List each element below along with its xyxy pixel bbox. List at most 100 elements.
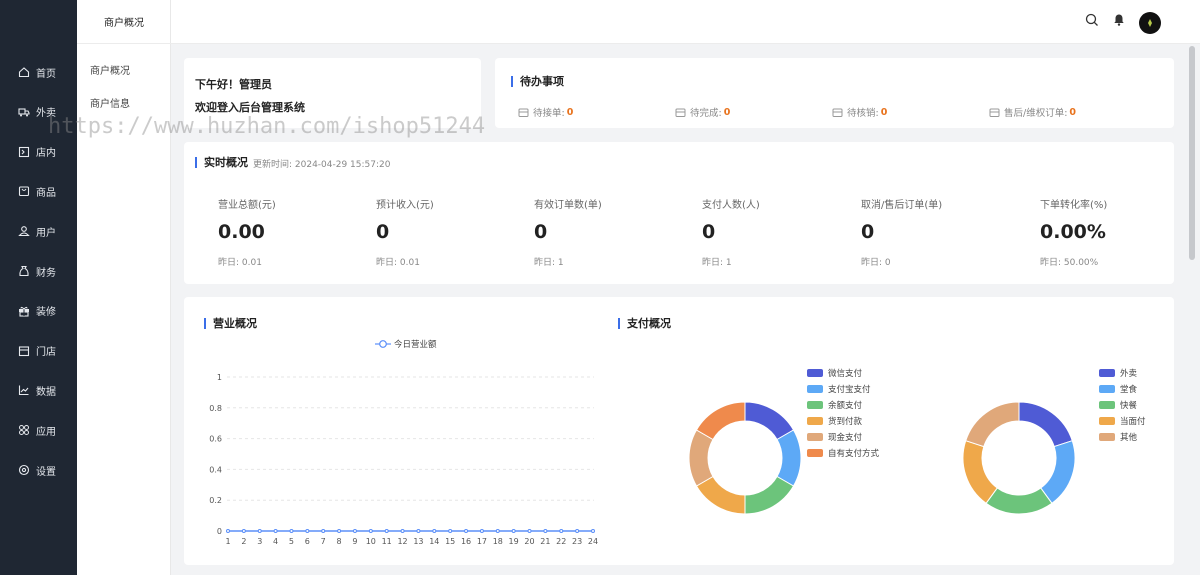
legend-label: 快餐 [1120,401,1138,411]
legend-label: 其他 [1120,433,1138,443]
charts-card: 营业概况 支付概况 0 0.2 0.4 0.6 0.8 1 1 2 3 4 5 6 7 8 9 10 11 12 1… [184,297,1174,565]
todo-count: 0 [723,106,731,118]
legend-item[interactable]: 现金支付 [807,431,862,443]
x-tick-label: 17 [477,537,487,546]
realtime-card: 实时概况 更新时间: 2024-04-29 15:57:20 营业总额(元) 0.… [184,142,1174,284]
x-tick-label: 12 [397,537,407,546]
legend-item[interactable]: 快餐 [1099,399,1137,411]
todo-card: 待办事项 待接单: 0 待完成: 0 待核销: 0 售后/维权订单: 0 [495,58,1174,128]
sidebar-item-bag[interactable]: 商品 [0,179,77,203]
legend-label: 今日营业额 [394,339,437,350]
legend-item[interactable]: 支付宝支付 [807,383,871,395]
y-tick-label: 0 [217,527,222,536]
sidebar-item-label: 外卖 [36,108,56,120]
data-point [575,529,580,533]
update-time: 更新时间: 2024-04-29 15:57:20 [253,160,391,170]
sidebar-item-delivery[interactable]: 外卖 [0,100,77,124]
legend-item[interactable]: 余额支付 [807,399,862,411]
sidebar-item-gear[interactable]: 设置 [0,458,77,482]
data-point [527,529,532,533]
data-point [368,529,373,533]
page-scrollbar[interactable] [1188,44,1196,575]
payment-method-slice [688,429,714,487]
todo-item[interactable]: 售后/维权订单: 0 [989,105,1076,119]
shop-icon [18,346,30,356]
legend-item[interactable]: 外卖 [1099,367,1137,379]
sidebar-item-label: 装修 [36,307,56,319]
stat-label: 支付人数(人) [702,200,760,211]
legend-item[interactable]: 微信支付 [807,367,862,379]
data-point [432,529,437,533]
x-tick-label: 11 [382,537,392,546]
y-tick-label: 0.4 [209,465,222,474]
y-tick-label: 1 [217,373,222,382]
subnav-title: 商户概况 [77,0,171,44]
stat-label: 下单转化率(%) [1040,200,1108,211]
legend-item[interactable]: 自有支付方式 [807,447,879,459]
data-point [495,529,500,533]
sidebar-item-label: 用户 [36,227,56,239]
sidebar-item-chart[interactable]: 数据 [0,378,77,402]
subnav-item-info[interactable]: 商户信息 [90,95,130,110]
sidebar-item-gift[interactable]: 装修 [0,299,77,323]
stat-block: 下单转化率(%) 0.00% 昨日: 50.00% [1040,196,1107,268]
sidebar-item-shop[interactable]: 门店 [0,339,77,363]
data-point [241,529,246,533]
x-tick-label: 2 [241,537,246,546]
sidebar-item-label: 数据 [36,386,56,398]
todo-item[interactable]: 待完成: 0 [675,105,730,119]
sidebar-item-home[interactable]: 首页 [0,60,77,84]
legend-swatch [807,401,823,409]
payment-method-slice [776,429,802,487]
order-type-slice [965,401,1020,448]
legend-item[interactable]: 其他 [1099,431,1137,443]
legend-swatch [1099,385,1115,393]
search-icon[interactable] [1085,13,1099,27]
legend-swatch [1099,369,1115,377]
sidebar-item-finance[interactable]: 财务 [0,259,77,283]
stat-value: 0.00% [1040,221,1106,243]
bell-icon[interactable] [1112,13,1126,27]
sidebar-item-apps[interactable]: 应用 [0,418,77,442]
main-sidebar: 首页外卖店内商品用户财务装修门店数据应用设置 [0,0,77,575]
legend-swatch [807,433,823,441]
stat-block: 营业总额(元) 0.00 昨日: 0.01 [218,196,276,268]
greeting-title: 下午好！管理员 [195,78,272,91]
avatar[interactable] [1139,12,1161,34]
data-point [400,529,405,533]
sidebar-item-label: 应用 [36,426,56,438]
legend-item[interactable]: 当面付 [1099,415,1146,427]
sidebar-item-store[interactable]: 店内 [0,140,77,164]
subnav-item-overview[interactable]: 商户概况 [90,62,130,77]
todo-label: 售后/维权订单: [1004,108,1068,119]
legend-item[interactable]: 堂食 [1099,383,1137,395]
stat-value: 0.00 [218,221,265,243]
stat-label: 取消/售后订单(单) [861,200,943,211]
todo-item[interactable]: 待核销: 0 [832,105,887,119]
todo-count: 0 [880,106,888,118]
user-icon [18,226,30,237]
legend-label: 微信支付 [828,369,863,379]
legend-item[interactable]: 货到付款 [807,415,862,427]
y-tick-label: 0.2 [209,496,222,505]
scrollbar-thumb[interactable] [1189,46,1195,260]
todo-item[interactable]: 待接单: 0 [518,105,573,119]
todo-title: 待办事项 [511,76,564,87]
data-point [226,529,230,533]
stat-label: 有效订单数(单) [534,200,602,211]
x-tick-label: 22 [556,537,566,546]
x-tick-label: 24 [588,537,598,546]
stat-yesterday: 昨日: 0.01 [376,258,420,268]
data-point [321,529,326,533]
stat-label: 预计收入(元) [376,200,434,211]
realtime-title: 实时概况 [195,157,248,168]
gift-icon [19,306,29,317]
stat-yesterday: 昨日: 0.01 [218,258,262,268]
x-tick-label: 10 [366,537,376,546]
data-point [352,529,357,533]
legend-swatch [807,369,823,377]
todo-label: 待接单: [533,108,565,119]
sidebar-item-user[interactable]: 用户 [0,219,77,243]
sidebar-item-label: 商品 [36,187,56,199]
legend-swatch [1099,401,1115,409]
